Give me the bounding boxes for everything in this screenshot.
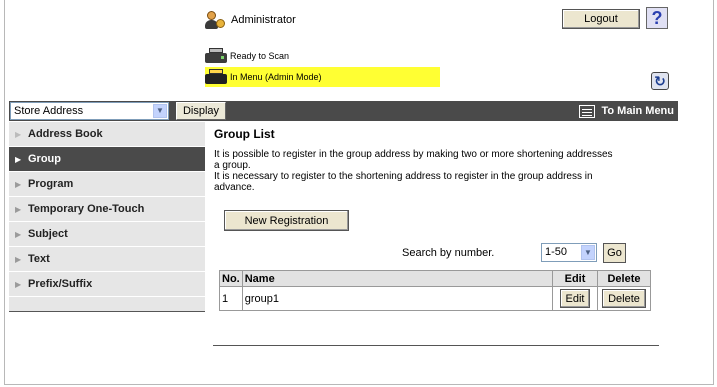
sidebar-item-text[interactable]: ▶ Text xyxy=(9,247,205,272)
administrator-icon xyxy=(205,10,225,30)
main-menu-icon xyxy=(579,104,596,118)
triangle-right-icon: ▶ xyxy=(15,204,22,214)
chevron-down-icon[interactable]: ▼ xyxy=(581,245,595,260)
description-line-4: advance. xyxy=(214,182,255,193)
status-mode-text: In Menu (Admin Mode) xyxy=(230,72,322,82)
column-header-name: Name xyxy=(241,270,554,287)
main-content: Group List It is possible to register in… xyxy=(214,127,664,311)
description-line-3: It is necessary to register to the short… xyxy=(214,171,593,182)
machine-status-mode: In Menu (Admin Mode) xyxy=(205,67,440,87)
sidebar-item-program[interactable]: ▶ Program xyxy=(9,172,205,197)
column-header-edit: Edit xyxy=(552,270,598,287)
sidebar-item-label: Text xyxy=(28,253,50,265)
go-button[interactable]: Go xyxy=(603,243,626,263)
sidebar-item-subject[interactable]: ▶ Subject xyxy=(9,222,205,247)
to-main-menu-link[interactable]: To Main Menu xyxy=(579,101,674,121)
sidebar-item-address-book[interactable]: ▶ Address Book xyxy=(9,122,205,147)
content-divider xyxy=(213,345,659,346)
sidebar-item-label: Program xyxy=(28,178,74,190)
refresh-icon[interactable]: ↻ xyxy=(651,72,669,90)
description-line-1: It is possible to register in the group … xyxy=(214,149,613,160)
search-by-number-label: Search by number. xyxy=(402,247,495,259)
chevron-down-icon[interactable]: ▼ xyxy=(153,104,167,118)
sidebar-item-label: Group xyxy=(28,153,61,165)
printer-mode-icon xyxy=(205,69,227,85)
description-line-2: a group. xyxy=(214,160,251,171)
sidebar-item-temporary-one-touch[interactable]: ▶ Temporary One-Touch xyxy=(9,197,205,222)
number-range-select[interactable]: 1-50 ▼ xyxy=(541,243,597,262)
row-name: group1 xyxy=(241,286,554,311)
delete-button[interactable]: Delete xyxy=(602,289,646,308)
triangle-right-icon: ▶ xyxy=(15,229,22,239)
printer-icon xyxy=(205,48,227,64)
sidebar-item-prefix-suffix[interactable]: ▶ Prefix/Suffix xyxy=(9,272,205,297)
display-button[interactable]: Display xyxy=(176,102,226,120)
new-registration-button[interactable]: New Registration xyxy=(224,210,349,231)
user-indicator: Administrator xyxy=(205,8,296,32)
triangle-right-icon: ▶ xyxy=(15,129,22,139)
toolbar: Store Address ▼ Display To Main Menu xyxy=(9,101,678,121)
number-range-value: 1-50 xyxy=(545,246,568,258)
sidebar-item-label: Temporary One-Touch xyxy=(28,203,145,215)
group-table: No. Name Edit Delete 1 group1 Edit Delet… xyxy=(219,270,651,311)
status-ready-text: Ready to Scan xyxy=(230,51,290,61)
row-edit-cell: Edit xyxy=(552,286,598,311)
triangle-right-icon: ▶ xyxy=(15,254,22,264)
logout-button[interactable]: Logout xyxy=(562,9,640,29)
column-header-delete: Delete xyxy=(597,270,651,287)
user-label: Administrator xyxy=(231,14,296,26)
row-number: 1 xyxy=(219,286,243,311)
column-header-no: No. xyxy=(219,270,243,287)
sidebar-item-label: Address Book xyxy=(28,128,103,140)
sidebar: ▶ Address Book ▶ Group ▶ Program ▶ Tempo… xyxy=(9,122,205,312)
sidebar-spacer xyxy=(9,297,205,311)
triangle-right-icon: ▶ xyxy=(15,179,22,189)
sidebar-item-label: Prefix/Suffix xyxy=(28,278,93,290)
sidebar-item-group[interactable]: ▶ Group xyxy=(9,147,205,172)
machine-status-ready: Ready to Scan xyxy=(205,46,289,66)
main-menu-label: To Main Menu xyxy=(601,105,674,117)
edit-button[interactable]: Edit xyxy=(559,289,591,308)
store-select-value: Store Address xyxy=(14,105,84,117)
table-header-row: No. Name Edit Delete xyxy=(219,270,651,287)
sidebar-divider xyxy=(9,311,205,312)
row-delete-cell: Delete xyxy=(597,286,651,311)
triangle-right-icon: ▶ xyxy=(15,279,22,289)
store-address-select[interactable]: Store Address ▼ xyxy=(10,102,169,120)
page-title: Group List xyxy=(214,127,275,141)
help-icon[interactable]: ? xyxy=(646,7,668,29)
table-row: 1 group1 Edit Delete xyxy=(219,286,651,311)
triangle-right-icon: ▶ xyxy=(15,154,22,164)
sidebar-item-label: Subject xyxy=(28,228,68,240)
